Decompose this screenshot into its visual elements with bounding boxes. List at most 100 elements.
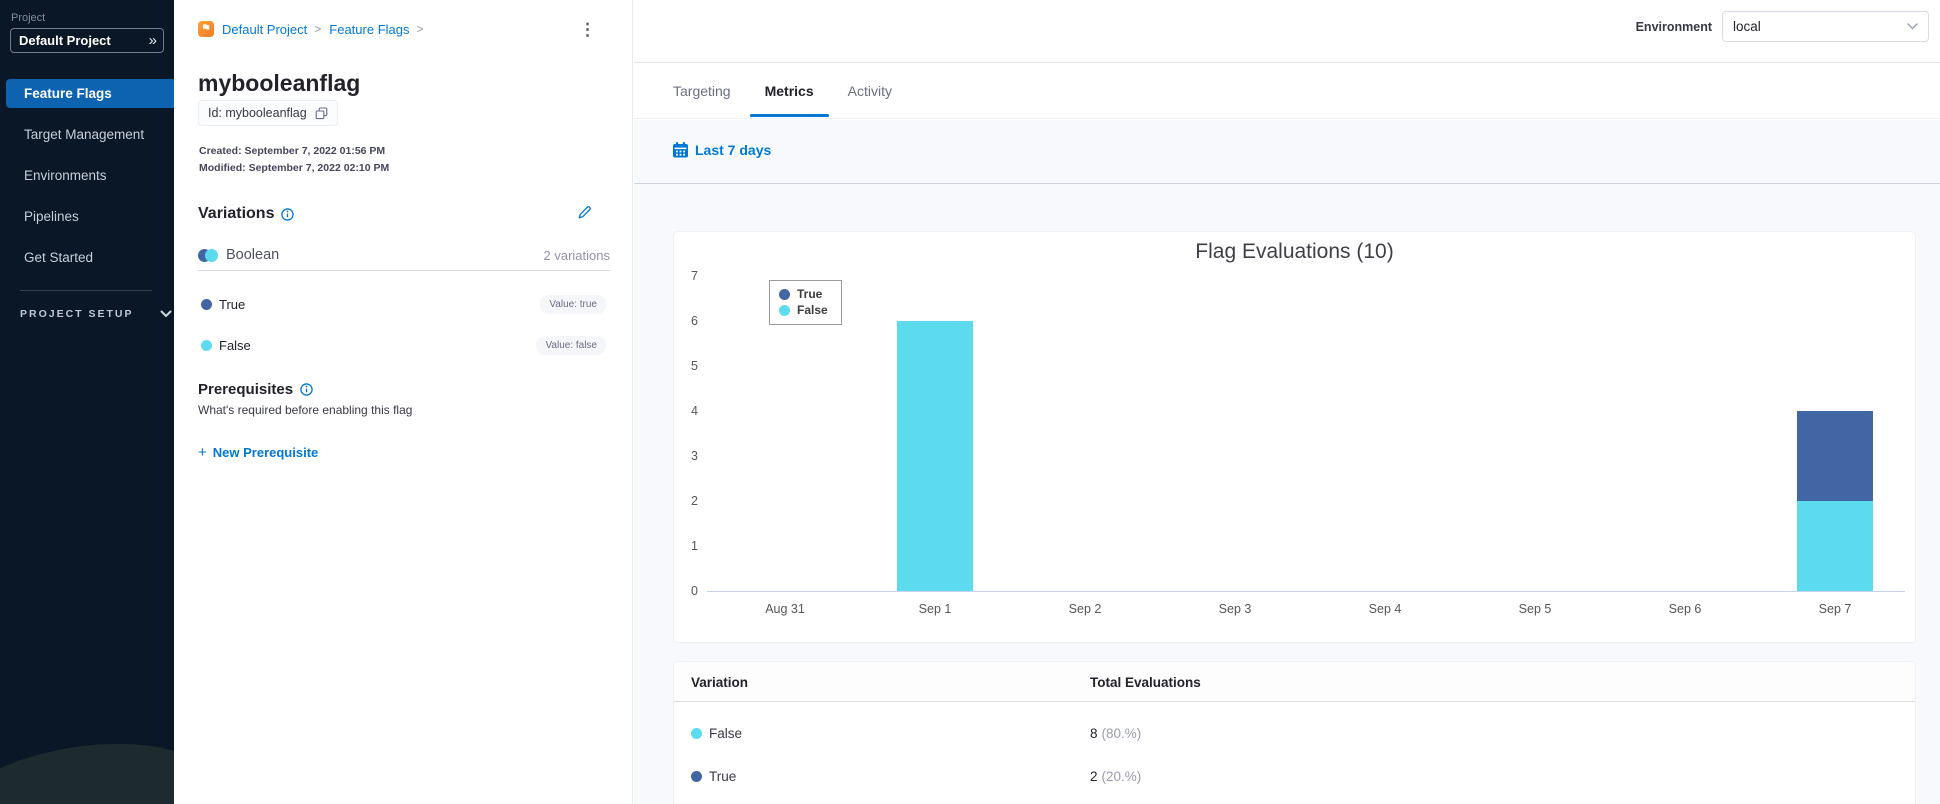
- date-range-picker[interactable]: Last 7 days: [673, 142, 771, 158]
- table-row-true: True 2 (20.%): [674, 755, 1915, 798]
- plus-icon: +: [198, 444, 207, 461]
- environment-select[interactable]: local: [1722, 11, 1929, 42]
- x-axis-tick-label: Sep 1: [918, 602, 952, 616]
- sidebar-item-get-started[interactable]: Get Started: [6, 243, 174, 272]
- edit-variations-pencil-icon[interactable]: [577, 205, 592, 225]
- project-name: Default Project: [19, 33, 111, 48]
- variations-header: Variations: [198, 205, 295, 223]
- feature-flags-logo-icon: [198, 21, 214, 37]
- info-icon[interactable]: [300, 383, 313, 396]
- variation-row-true: True Value: true: [201, 294, 606, 314]
- legend-swatch-false: [779, 304, 790, 316]
- tabbar: Targeting Metrics Activity: [634, 64, 1940, 119]
- chevron-down-icon: [1907, 23, 1918, 30]
- x-axis-tick-label: Sep 6: [1668, 602, 1702, 616]
- breadcrumb-link-project[interactable]: Default Project: [222, 22, 307, 37]
- prerequisites-header: Prerequisites: [198, 381, 313, 398]
- flag-title: mybooleanflag: [198, 70, 361, 96]
- table-cell-total: 8: [1090, 726, 1098, 741]
- table-cell-total: 2: [1090, 769, 1098, 784]
- chart-legend: True False: [769, 280, 842, 325]
- legend-label-true: True: [797, 287, 823, 301]
- y-axis-tick-label: 4: [691, 404, 698, 418]
- tab-targeting[interactable]: Targeting: [673, 64, 731, 118]
- sidebar-item-feature-flags[interactable]: Feature Flags: [6, 79, 174, 108]
- sidebar-item-target-management[interactable]: Target Management: [6, 120, 174, 149]
- evaluations-table-card: Variation Total Evaluations False 8 (80.…: [673, 661, 1916, 804]
- variation-type-row: Boolean 2 variations: [198, 246, 610, 264]
- project-setup-section[interactable]: PROJECT SETUP: [20, 308, 174, 320]
- variation-name: True: [219, 296, 246, 312]
- flag-modified-label: Modified: September 7, 2022 02:10 PM: [199, 162, 390, 174]
- x-axis-tick-label: Sep 3: [1218, 602, 1252, 616]
- environment-label: Environment: [1635, 19, 1712, 34]
- double-chevron-icon: »: [148, 32, 157, 49]
- y-axis-tick-label: 6: [691, 314, 698, 328]
- x-axis-tick-label: Sep 2: [1068, 602, 1102, 616]
- main-header: Environment local: [634, 0, 1940, 63]
- column-header-variation: Variation: [691, 675, 749, 690]
- breadcrumb-separator: >: [416, 22, 424, 36]
- table-cell-percent: (80.%): [1101, 726, 1142, 741]
- sidebar-item-pipelines[interactable]: Pipelines: [6, 202, 174, 231]
- y-axis-tick-label: 5: [691, 359, 698, 373]
- sidebar-nav: Feature Flags Target Management Environm…: [0, 79, 174, 272]
- main-area: Environment local Targeting Metrics Acti…: [634, 0, 1940, 804]
- flag-evaluations-chart-card: Flag Evaluations (10) True False 0 1 2 3 4 5 6…: [673, 231, 1916, 643]
- tab-metrics[interactable]: Metrics: [749, 64, 829, 118]
- y-axis-tick-label: 1: [691, 539, 698, 553]
- y-axis-tick-label: 0: [691, 584, 698, 598]
- boolean-type-icon: [198, 248, 218, 262]
- bar-segment-false-sep-1: [897, 321, 973, 591]
- new-prerequisite-button[interactable]: + New Prerequisite: [198, 444, 318, 461]
- variation-name: False: [219, 337, 251, 353]
- y-axis-tick-label: 3: [691, 449, 698, 463]
- bar-segment-true-sep-7: [1797, 411, 1873, 501]
- prerequisites-description: What's required before enabling this fla…: [198, 403, 413, 417]
- table-cell-variation: False: [709, 726, 743, 741]
- variation-color-dot: [691, 771, 702, 782]
- table-cell-percent: (20.%): [1101, 769, 1142, 784]
- flag-created-label: Created: September 7, 2022 01:56 PM: [199, 145, 386, 157]
- column-header-total-evaluations: Total Evaluations: [1090, 675, 1201, 690]
- y-axis-tick-label: 7: [691, 269, 698, 283]
- x-axis-tick-label: Sep 5: [1518, 602, 1552, 616]
- flag-id-chip: Id: mybooleanflag: [198, 100, 338, 126]
- legend-item-false[interactable]: False: [779, 302, 828, 318]
- flag-options-menu-icon[interactable]: ⋮: [579, 21, 596, 38]
- legend-item-true[interactable]: True: [779, 286, 828, 302]
- bar-segment-false-sep-7: [1797, 501, 1873, 591]
- variation-value-chip: Value: false: [536, 335, 606, 355]
- table-cell-variation: True: [709, 769, 737, 784]
- x-axis-tick-label: Sep 4: [1368, 602, 1402, 616]
- variations-heading: Variations: [198, 205, 275, 222]
- tab-activity[interactable]: Activity: [848, 64, 892, 118]
- variation-value-chip: Value: true: [540, 294, 606, 314]
- table-row-false: False 8 (80.%): [674, 712, 1915, 755]
- x-axis-tick-label: Aug 31: [765, 602, 805, 616]
- project-selector[interactable]: Default Project »: [10, 28, 164, 53]
- y-axis-tick-label: 2: [691, 494, 698, 508]
- sidebar-divider: [20, 290, 152, 291]
- new-prerequisite-label: New Prerequisite: [212, 445, 319, 460]
- sidebar-item-environments[interactable]: Environments: [6, 161, 174, 190]
- info-icon[interactable]: [281, 207, 295, 221]
- page: Project Default Project » Feature Flags …: [0, 0, 1940, 804]
- variation-type-label: Boolean: [226, 247, 280, 263]
- project-label: Project: [11, 12, 46, 24]
- calendar-icon: [673, 142, 688, 158]
- date-range-label: Last 7 days: [695, 142, 772, 158]
- legend-label-false: False: [797, 303, 828, 317]
- breadcrumb-link-feature-flags[interactable]: Feature Flags: [329, 22, 409, 37]
- sidebar-decoration: [0, 726, 174, 804]
- variation-color-dot: [691, 728, 702, 739]
- divider: [198, 270, 610, 271]
- flag-id-text: Id: mybooleanflag: [208, 106, 307, 120]
- prerequisites-heading: Prerequisites: [198, 381, 294, 398]
- flag-detail-panel: Default Project > Feature Flags > ⋮ mybo…: [174, 0, 633, 804]
- metrics-content: Last 7 days Flag Evaluations (10) True F…: [634, 120, 1940, 804]
- chart-title: Flag Evaluations (10): [1195, 240, 1394, 263]
- legend-swatch-true: [779, 288, 790, 300]
- breadcrumb-separator: >: [314, 22, 322, 36]
- copy-icon[interactable]: [315, 106, 328, 120]
